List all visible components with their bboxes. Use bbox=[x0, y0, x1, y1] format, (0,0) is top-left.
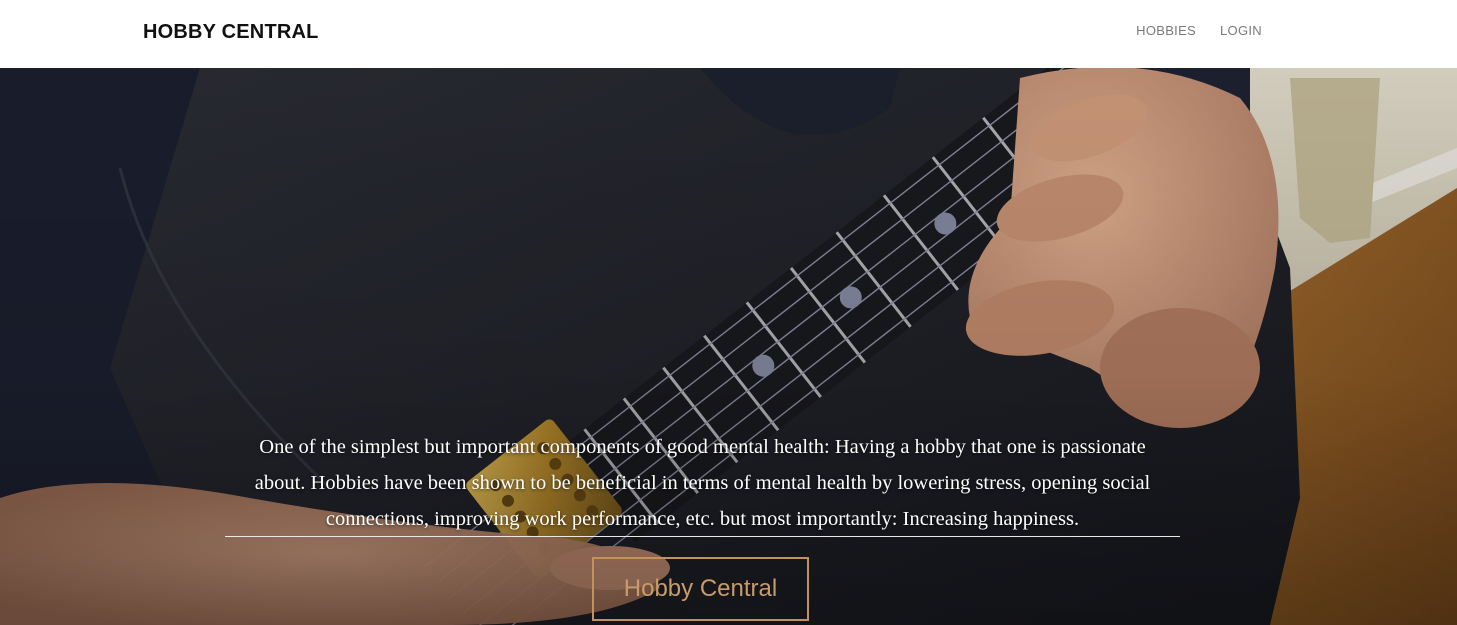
nav-link-hobbies[interactable]: HOBBIES bbox=[1136, 23, 1196, 38]
hobby-central-button[interactable]: Hobby Central bbox=[592, 557, 809, 621]
hero-background-image bbox=[0, 68, 1457, 625]
nav-link-login[interactable]: LOGIN bbox=[1220, 23, 1262, 38]
hero-section: One of the simplest but important compon… bbox=[0, 68, 1457, 625]
brand-logo[interactable]: HOBBY CENTRAL bbox=[143, 21, 319, 44]
hero-tagline: One of the simplest but important compon… bbox=[254, 435, 1151, 530]
navbar: HOBBY CENTRAL HOBBIES LOGIN bbox=[0, 0, 1457, 68]
nav-links: HOBBIES LOGIN bbox=[1136, 23, 1262, 38]
hero-divider bbox=[225, 536, 1180, 537]
